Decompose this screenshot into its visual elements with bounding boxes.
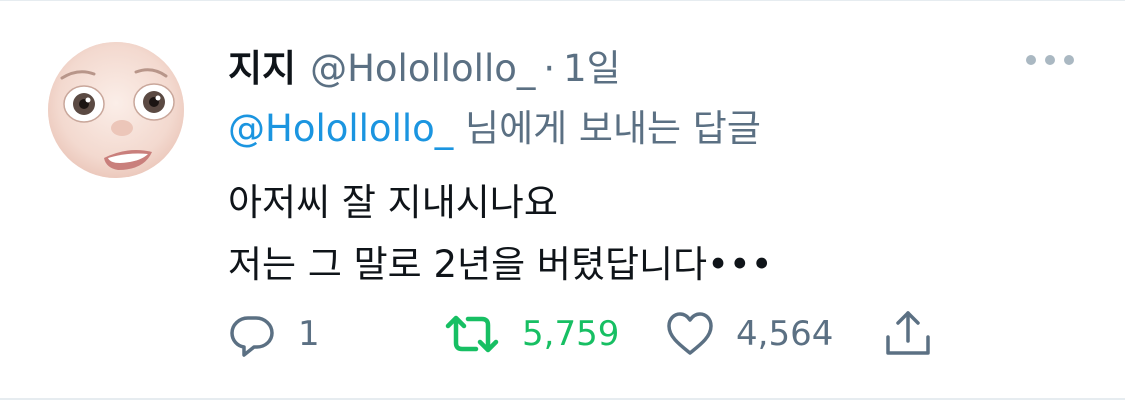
- reply-suffix: 님에게 보내는 답글: [453, 107, 761, 150]
- author-name[interactable]: 지지: [228, 38, 296, 92]
- reply-mention-link[interactable]: @Hololl​ollo_: [228, 107, 453, 150]
- action-bar: 1 5,759 4,564: [228, 306, 948, 362]
- more-dot: [1026, 55, 1036, 65]
- retweet-button[interactable]: 5,759: [444, 306, 619, 362]
- like-button[interactable]: 4,564: [666, 306, 833, 362]
- timestamp[interactable]: 1일: [563, 38, 621, 92]
- tweet[interactable]: 지지 @Hololl​ollo_ · 1일 @Hololl​ollo_ 님에게 …: [0, 0, 1125, 400]
- retweet-count: 5,759: [522, 314, 620, 354]
- heart-icon: [666, 311, 714, 357]
- reply-context: @Hololl​ollo_ 님에게 보내는 답글: [228, 98, 761, 152]
- tweet-text-line: 저는 그 말로 2년을 버텼답니다•••: [228, 243, 773, 286]
- author-handle[interactable]: @Hololl​ollo_: [310, 47, 535, 90]
- separator-dot: ·: [543, 47, 556, 90]
- memoji-avatar-icon: [48, 42, 184, 178]
- more-icon[interactable]: [1026, 50, 1074, 70]
- more-dot: [1064, 55, 1074, 65]
- reply-icon: [228, 310, 276, 358]
- tweet-header: 지지 @Hololl​ollo_ · 1일: [228, 38, 621, 90]
- reply-count: 1: [298, 314, 320, 354]
- tweet-text: 아저씨 잘 지내시나요 저는 그 말로 2년을 버텼답니다•••: [228, 172, 773, 296]
- reply-button[interactable]: 1: [228, 306, 320, 362]
- share-button[interactable]: [884, 306, 932, 362]
- like-count: 4,564: [736, 314, 834, 354]
- tweet-text-line: 아저씨 잘 지내시나요: [228, 181, 558, 224]
- share-icon: [884, 309, 932, 359]
- bottom-divider: [0, 398, 1125, 400]
- more-dot: [1045, 55, 1055, 65]
- avatar[interactable]: [48, 42, 184, 178]
- retweet-icon: [444, 310, 500, 358]
